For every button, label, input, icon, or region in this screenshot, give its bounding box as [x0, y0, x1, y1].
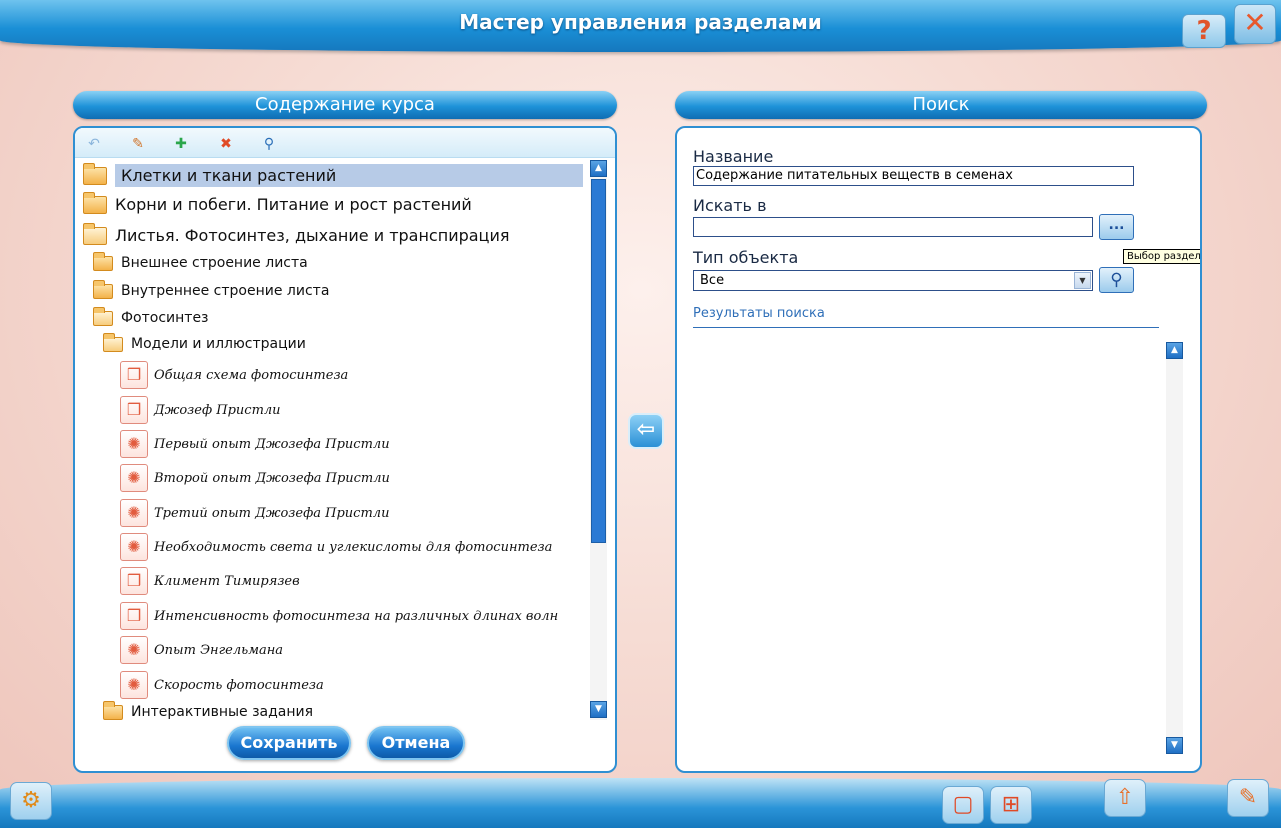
- tree-item[interactable]: ❒ Интенсивность фотосинтеза на различных …: [120, 602, 558, 630]
- tooltip: Выбор раздела: [1123, 249, 1200, 264]
- close-icon[interactable]: ✕: [1234, 4, 1276, 44]
- tree-item-label: Клетки и ткани растений: [121, 166, 337, 185]
- window-title: Мастер управления разделами: [459, 10, 822, 34]
- folder-icon: [83, 162, 107, 185]
- edit-icon[interactable]: ✎: [129, 135, 147, 153]
- name-field[interactable]: Содержание питательных веществ в семенах: [693, 166, 1134, 186]
- title-bar: Мастер управления разделами: [0, 0, 1281, 52]
- model-icon: ❒: [120, 602, 148, 630]
- folder-open-icon: [103, 332, 123, 352]
- help-icon[interactable]: ?: [1182, 14, 1226, 48]
- tree-item[interactable]: ✺ Необходимость света и углекислоты для ф…: [120, 533, 552, 561]
- folder-icon: [103, 700, 123, 720]
- illustration-icon: ✺: [120, 636, 148, 664]
- tree-item[interactable]: ❒ Климент Тимирязев: [120, 567, 300, 595]
- settings-icon[interactable]: ⚙: [10, 782, 52, 820]
- tree-toolbar: ↶ ✎ ✚ ✖ ⚲: [75, 128, 615, 158]
- tree-item-label: Внутреннее строение листа: [121, 283, 330, 299]
- folder-icon: [93, 279, 113, 299]
- illustration-icon: ✺: [120, 499, 148, 527]
- tree-item-label: Третий опыт Джозефа Пристли: [154, 505, 390, 521]
- tree-item[interactable]: ✺ Первый опыт Джозефа Пристли: [120, 430, 390, 458]
- tree-item-label: Необходимость света и углекислоты для фо…: [154, 539, 553, 555]
- tree-item-label: Скорость фотосинтеза: [154, 677, 324, 693]
- tree-item[interactable]: Корни и побеги. Питание и рост растений: [83, 191, 472, 214]
- tree-item-label: Второй опыт Джозефа Пристли: [154, 470, 390, 486]
- tree-item[interactable]: Интерактивные задания: [103, 700, 314, 720]
- chevron-down-icon[interactable]: ▼: [1074, 272, 1091, 289]
- folder-icon: [93, 251, 113, 271]
- bottom-bar: [0, 778, 1281, 828]
- object-type-value: Все: [700, 273, 725, 288]
- cancel-button[interactable]: Отмена: [367, 726, 465, 760]
- tree-item-label: Опыт Энгельмана: [154, 642, 284, 658]
- tree-item[interactable]: ✺ Третий опыт Джозефа Пристли: [120, 499, 389, 527]
- tree-item-label: Общая схема фотосинтеза: [154, 367, 349, 383]
- search-in-label: Искать в: [693, 196, 767, 215]
- illustration-icon: ✺: [120, 430, 148, 458]
- folder-open-icon: [93, 306, 113, 326]
- scroll-up-icon[interactable]: ▲: [590, 160, 607, 177]
- model-icon: ❒: [120, 361, 148, 389]
- tree-item-label: Листья. Фотосинтез, дыхание и транспирац…: [115, 226, 510, 245]
- tree-item-label: Фотосинтез: [121, 310, 209, 326]
- course-content-panel: ↶ ✎ ✚ ✖ ⚲ Клетки и ткани растений Корни и…: [73, 126, 617, 773]
- up-icon[interactable]: ⇧: [1104, 779, 1146, 817]
- scroll-thumb[interactable]: [591, 179, 606, 543]
- folder-open-icon: [83, 222, 107, 245]
- tree-item-label: Интерактивные задания: [131, 704, 314, 720]
- illustration-icon: ✺: [120, 464, 148, 492]
- tree-item[interactable]: ✺ Второй опыт Джозефа Пристли: [120, 464, 390, 492]
- tree-item[interactable]: ✺ Скорость фотосинтеза: [120, 671, 324, 699]
- grid-icon[interactable]: ⊞: [990, 786, 1032, 824]
- tree-item-label: Корни и побеги. Питание и рост растений: [115, 195, 472, 214]
- folder-icon: [83, 191, 107, 214]
- delete-icon[interactable]: ✖: [217, 135, 235, 153]
- search-icon: ⚲: [1110, 270, 1123, 290]
- tree-item-label: Джозеф Пристли: [154, 402, 281, 418]
- tree-scrollbar[interactable]: ▲ ▼: [590, 160, 607, 720]
- window-icon[interactable]: ▢: [942, 786, 984, 824]
- tree-item-label: Модели и иллюстрации: [131, 336, 306, 352]
- tree-item[interactable]: ❒ Джозеф Пристли: [120, 396, 281, 424]
- tree-item[interactable]: Фотосинтез: [93, 306, 209, 326]
- save-button[interactable]: Сохранить: [227, 726, 351, 760]
- results-scrollbar[interactable]: ▲ ▼: [1166, 342, 1183, 754]
- tree-item-label: Первый опыт Джозефа Пристли: [154, 436, 390, 452]
- name-label: Название: [693, 147, 774, 166]
- model-icon: ❒: [120, 567, 148, 595]
- illustration-icon: ✺: [120, 533, 148, 561]
- results-scroll-up-icon[interactable]: ▲: [1166, 342, 1183, 359]
- search-heading: Поиск: [675, 91, 1207, 119]
- object-type-label: Тип объекта: [693, 248, 799, 267]
- results-scroll-down-icon[interactable]: ▼: [1166, 737, 1183, 754]
- results-divider: [693, 327, 1159, 328]
- add-icon[interactable]: ✚: [172, 135, 190, 153]
- search-in-field[interactable]: [693, 217, 1093, 237]
- tree-item[interactable]: Внешнее строение листа: [93, 251, 308, 271]
- tree-item[interactable]: Листья. Фотосинтез, дыхание и транспирац…: [83, 222, 510, 245]
- results-label: Результаты поиска: [693, 306, 825, 321]
- find-icon[interactable]: ⚲: [260, 135, 278, 153]
- undo-icon[interactable]: ↶: [85, 135, 103, 153]
- pencil-icon[interactable]: ✎: [1227, 779, 1269, 817]
- tree-item-label: Внешнее строение листа: [121, 255, 308, 271]
- tree-item-label: Климент Тимирязев: [154, 573, 300, 589]
- illustration-icon: ✺: [120, 671, 148, 699]
- scroll-down-icon[interactable]: ▼: [590, 701, 607, 718]
- tree-item[interactable]: ❒ Общая схема фотосинтеза: [120, 361, 348, 389]
- tree-item[interactable]: Клетки и ткани растений: [83, 162, 583, 187]
- model-icon: ❒: [120, 396, 148, 424]
- tree-item[interactable]: ✺ Опыт Энгельмана: [120, 636, 283, 664]
- course-content-heading: Содержание курса: [73, 91, 617, 119]
- object-type-select[interactable]: Все ▼: [693, 270, 1093, 291]
- search-button[interactable]: ⚲: [1099, 267, 1134, 293]
- arrow-left-icon[interactable]: ⇦: [628, 413, 664, 449]
- browse-section-button[interactable]: ...: [1099, 214, 1134, 240]
- tree-item-label: Интенсивность фотосинтеза на различных д…: [154, 608, 559, 624]
- tree-item[interactable]: Внутреннее строение листа: [93, 279, 330, 299]
- search-panel: Название Содержание питательных веществ …: [675, 126, 1202, 773]
- tree-item[interactable]: Модели и иллюстрации: [103, 332, 306, 352]
